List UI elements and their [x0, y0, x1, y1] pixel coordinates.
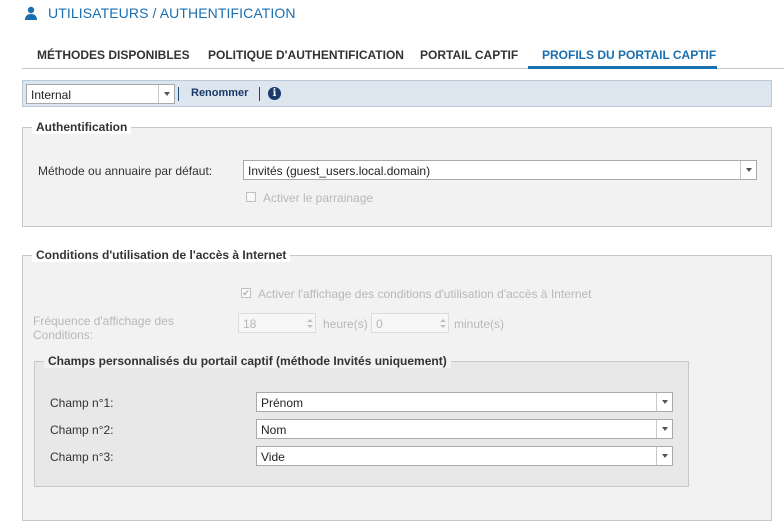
custom-field-3-label: Champ n°3: — [50, 450, 114, 464]
tab-politique-authentification[interactable]: POLITIQUE D'AUTHENTIFICATION — [208, 48, 404, 62]
default-method-value: Invités (guest_users.local.domain) — [248, 164, 431, 178]
hours-value: 18 — [243, 317, 257, 331]
custom-field-3-value: Vide — [261, 450, 285, 464]
stepper-arrows-icon[interactable] — [305, 314, 315, 332]
default-method-select[interactable]: Invités (guest_users.local.domain) — [243, 160, 757, 180]
custom-field-2-label: Champ n°2: — [50, 423, 114, 437]
sponsorship-label: Activer le parrainage — [263, 191, 374, 205]
chevron-down-icon[interactable] — [158, 85, 174, 103]
custom-fields-section: Champs personnalisés du portail captif (… — [34, 354, 689, 487]
active-tab-indicator — [528, 66, 717, 69]
chevron-down-icon[interactable] — [656, 420, 672, 438]
profile-toolbar: Internal Renommer i — [22, 80, 772, 107]
custom-field-1-select[interactable]: Prénom — [256, 392, 673, 412]
authentication-legend: Authentification — [32, 120, 132, 134]
toolbar-divider — [178, 87, 179, 101]
default-method-label: Méthode ou annuaire par défaut: — [38, 164, 213, 178]
tab-methodes-disponibles[interactable]: MÉTHODES DISPONIBLES — [37, 48, 190, 62]
conditions-legend: Conditions d'utilisation de l'accès à In… — [32, 248, 291, 262]
frequency-label-line1: Fréquence d'affichage des — [33, 314, 174, 328]
tab-profils-portail-captif[interactable]: PROFILS DU PORTAIL CAPTIF — [542, 48, 716, 62]
rename-button[interactable]: Renommer — [191, 87, 248, 99]
hours-stepper[interactable]: 18 — [238, 313, 316, 333]
custom-field-1-label: Champ n°1: — [50, 396, 114, 410]
toolbar-divider — [259, 87, 260, 101]
custom-field-2-value: Nom — [261, 423, 287, 437]
frequency-label-line2: Conditions: — [33, 328, 94, 342]
info-icon[interactable]: i — [268, 87, 281, 100]
tab-portail-captif[interactable]: PORTAIL CAPTIF — [420, 48, 518, 62]
user-icon — [25, 6, 37, 20]
minutes-unit: minute(s) — [454, 317, 505, 331]
chevron-down-icon[interactable] — [656, 447, 672, 465]
show-conditions-label: Activer l'affichage des conditions d'uti… — [258, 287, 592, 301]
show-conditions-checkbox[interactable]: ✔ — [241, 288, 251, 298]
chevron-down-icon[interactable] — [656, 393, 672, 411]
authentication-section: Authentification Méthode ou annuaire par… — [22, 120, 772, 227]
minutes-value: 0 — [376, 317, 383, 331]
minutes-stepper[interactable]: 0 — [371, 313, 449, 333]
profile-select[interactable]: Internal — [26, 84, 175, 104]
tab-bar: MÉTHODES DISPONIBLES POLITIQUE D'AUTHENT… — [22, 40, 784, 69]
custom-field-3-select[interactable]: Vide — [256, 446, 673, 466]
profile-select-value: Internal — [31, 88, 72, 102]
custom-fields-legend: Champs personnalisés du portail captif (… — [44, 354, 451, 368]
custom-field-2-select[interactable]: Nom — [256, 419, 673, 439]
stepper-arrows-icon[interactable] — [438, 314, 448, 332]
hours-unit: heure(s) — [323, 317, 368, 331]
page-header: UTILISATEURS / AUTHENTIFICATION — [24, 4, 296, 22]
sponsorship-checkbox[interactable] — [246, 192, 256, 202]
conditions-section: Conditions d'utilisation de l'accès à In… — [22, 248, 772, 521]
chevron-down-icon[interactable] — [740, 161, 756, 179]
custom-field-1-value: Prénom — [261, 396, 304, 410]
page-title: UTILISATEURS / AUTHENTIFICATION — [48, 5, 296, 21]
